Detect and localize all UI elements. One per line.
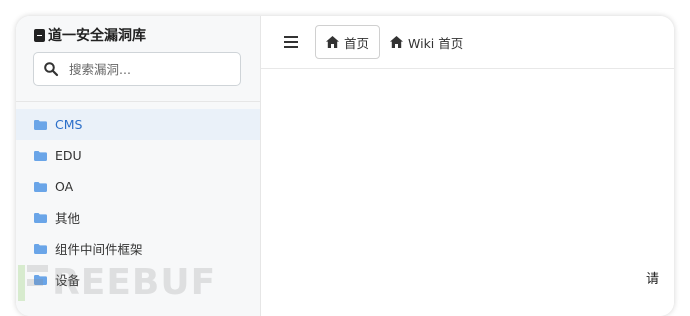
folder-icon [34,212,47,223]
sidebar-item-cms[interactable]: CMS [16,109,260,140]
sidebar-item-oa[interactable]: OA [16,171,260,202]
app-title: 道一安全漏洞库 [48,28,146,44]
sidebar-item-label: CMS [55,117,83,132]
tab-wiki-home[interactable]: Wiki 首页 [380,25,473,59]
tab-label: Wiki 首页 [408,35,464,51]
sidebar-item-label: 组件中间件框架 [55,242,143,257]
watermark-text: REEBUF [52,262,217,303]
tab-home[interactable]: 首页 [315,25,381,59]
main-content: 首页 Wiki 首页 [261,16,674,316]
search-icon [44,62,59,77]
brand[interactable]: 道一安全漏洞库 [34,25,146,45]
search-box [33,52,241,86]
folder-icon [34,243,47,254]
search-input[interactable] [67,60,231,78]
content-partial-text: 请 [646,272,660,287]
hamburger-menu-icon [284,36,298,48]
folder-icon [34,119,47,130]
sidebar-item-components[interactable]: 组件中间件框架 [16,233,260,264]
sidebar-item-edu[interactable]: EDU [16,140,260,171]
sidebar-item-label: OA [55,179,74,194]
top-bar: 首页 Wiki 首页 [261,16,674,69]
folder-icon [34,150,47,161]
home-icon [326,36,339,48]
sidebar-divider [16,101,260,102]
sidebar-item-other[interactable]: 其他 [16,202,260,233]
book-icon [34,28,45,42]
sidebar-item-label: EDU [55,148,82,163]
home-icon [390,36,404,48]
tab-label: 首页 [344,35,370,51]
freebuf-watermark: REEBUF [18,262,216,303]
folder-icon [34,181,47,192]
freebuf-logo-icon [18,264,48,301]
sidebar-item-label: 其他 [55,211,81,226]
menu-toggle-button[interactable] [281,32,301,52]
